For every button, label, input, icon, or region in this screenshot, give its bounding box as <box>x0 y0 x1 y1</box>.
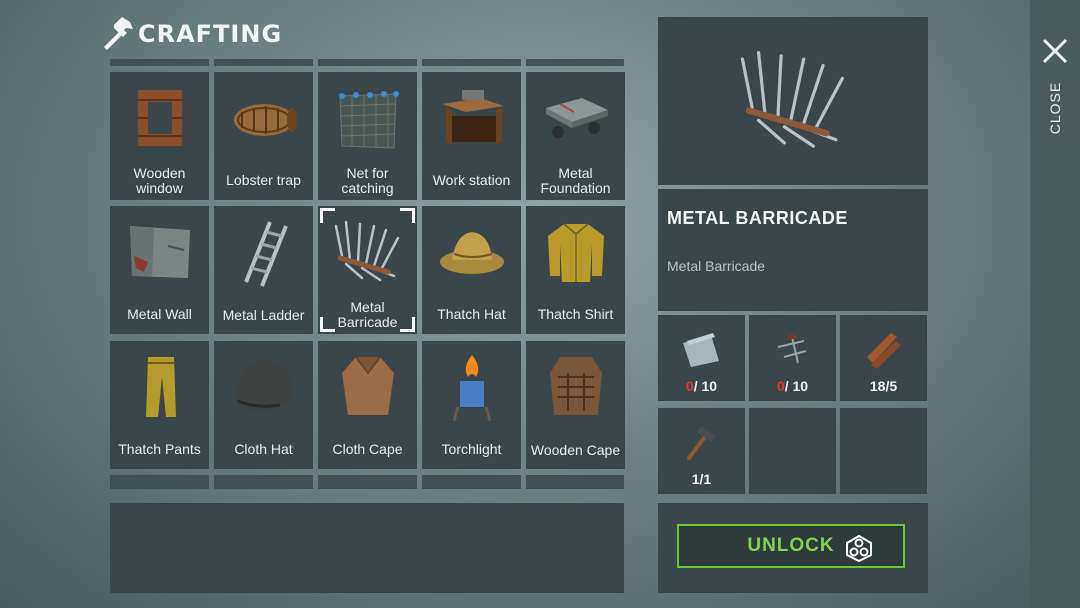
grid-slot-peek <box>214 475 313 489</box>
grid-slot-peek <box>110 59 209 66</box>
craft-item-net-for-catching[interactable]: Net for catching <box>318 72 417 200</box>
craft-item-metal-wall[interactable]: Metal Wall <box>110 206 209 334</box>
ingredient-count: 18/5 <box>869 378 898 394</box>
thatch-hat-icon <box>440 232 504 274</box>
craft-item-label: Thatch Hat <box>437 305 506 322</box>
grid-slot-peek <box>422 59 521 66</box>
craft-item-label: Wooden Cape <box>530 441 621 458</box>
craft-item-thatch-pants[interactable]: Thatch Pants <box>110 341 209 469</box>
craft-item-label: Thatch Shirt <box>537 305 614 322</box>
craft-item-wooden-cape[interactable]: Wooden Cape <box>526 341 625 469</box>
cloth-cape-icon <box>342 356 394 415</box>
craft-item-label: Metal Wall <box>127 305 192 322</box>
unlock-button[interactable]: UNLOCK <box>677 524 905 568</box>
craft-item-label: Cloth Hat <box>234 440 293 457</box>
hammer-tool-icon <box>687 426 715 460</box>
close-icon[interactable] <box>1040 36 1070 66</box>
craft-item-lobster-trap[interactable]: Lobster trap <box>214 72 313 200</box>
craft-item-label: Lobster trap <box>226 171 301 188</box>
grid-slot-peek <box>214 59 313 66</box>
nails-icon <box>777 335 807 364</box>
metal-barricade-icon <box>334 220 400 282</box>
craft-item-label: Net for catching <box>341 165 394 196</box>
ingredient-slot[interactable]: 0/ 10 <box>749 315 836 401</box>
skill-points-icon <box>846 534 872 562</box>
unlock-panel: UNLOCK <box>658 503 928 593</box>
craft-item-label: Wooden window <box>133 165 186 196</box>
grid-footer-panel <box>110 503 624 593</box>
craft-item-work-station[interactable]: Work station <box>422 72 521 200</box>
craft-item-cloth-hat[interactable]: Cloth Hat <box>214 341 313 469</box>
metal-barricade-icon <box>740 51 844 148</box>
craft-item-label: Torchlight <box>441 440 502 457</box>
torchlight-icon <box>452 355 492 422</box>
lobster-trap-icon <box>234 104 297 136</box>
grid-slot-peek <box>526 59 624 66</box>
unlock-label: UNLOCK <box>747 535 835 556</box>
ingredient-count: 1/1 <box>691 471 712 487</box>
ingredient-count: 0/ 10 <box>685 378 718 394</box>
craft-item-label: Thatch Pants <box>118 440 201 457</box>
craft-item-metal-ladder[interactable]: Metal Ladder <box>214 206 313 334</box>
thatch-pants-icon <box>146 357 176 417</box>
grid-slot-peek <box>318 475 417 489</box>
grid-slot-peek <box>422 475 521 489</box>
hammer-icon <box>104 17 133 50</box>
item-title: METAL BARRICADE <box>667 208 848 228</box>
metal-foundation-icon <box>546 98 608 138</box>
craft-item-label: Metal Barricade <box>337 299 398 330</box>
ingredient-slot-empty <box>840 408 927 494</box>
ingredient-slot[interactable]: 18/5 <box>840 315 927 401</box>
craft-item-cloth-cape[interactable]: Cloth Cape <box>318 341 417 469</box>
craft-item-label: Cloth Cape <box>332 440 403 457</box>
ingredient-slot-empty <box>749 408 836 494</box>
grid-slot-peek <box>110 475 209 489</box>
craft-item-thatch-hat[interactable]: Thatch Hat <box>422 206 521 334</box>
wooden-window-icon <box>138 90 182 146</box>
grid-slot-peek <box>526 475 624 489</box>
wooden-planks-icon <box>867 333 901 369</box>
crafting-header: CRAFTING <box>100 16 282 52</box>
close-label[interactable]: CLOSE <box>1034 80 1076 136</box>
close-sidebar[interactable]: CLOSE <box>1030 0 1080 608</box>
craft-item-thatch-shirt[interactable]: Thatch Shirt <box>526 206 625 334</box>
item-preview <box>658 17 928 185</box>
ingredient-slot[interactable]: 0/ 10 <box>658 315 745 401</box>
craft-item-torchlight[interactable]: Torchlight <box>422 341 521 469</box>
item-description: Metal Barricade <box>667 258 766 274</box>
craft-item-label: Metal Foundation <box>540 165 611 196</box>
grid-slot-peek <box>318 59 417 66</box>
page-title: CRAFTING <box>138 20 283 48</box>
thatch-shirt-icon <box>548 223 604 282</box>
craft-item-metal-barricade[interactable]: Metal Barricade <box>318 206 417 334</box>
craft-item-label: Metal Ladder <box>222 306 305 323</box>
work-station-icon <box>442 90 504 144</box>
fishing-net-icon <box>339 91 399 149</box>
craft-item-wooden-window[interactable]: Wooden window <box>110 72 209 200</box>
metal-ladder-icon <box>244 221 288 287</box>
metal-sheet-icon <box>683 333 719 367</box>
craft-item-metal-foundation[interactable]: Metal Foundation <box>526 72 625 200</box>
ingredient-count: 0/ 10 <box>776 378 809 394</box>
craft-item-label: Work station <box>432 171 511 188</box>
wooden-cape-icon <box>550 357 602 415</box>
metal-wall-icon <box>130 226 190 278</box>
ingredient-slot[interactable]: 1/1 <box>658 408 745 494</box>
cloth-hat-icon <box>236 361 293 411</box>
item-info-panel: METAL BARRICADE Metal Barricade <box>658 189 928 311</box>
